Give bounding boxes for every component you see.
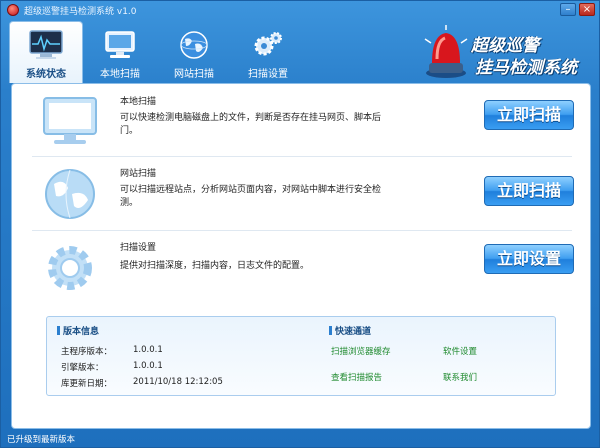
tab-label: 本地扫描 — [100, 69, 140, 80]
minimize-button[interactable]: – — [560, 3, 576, 16]
version-value: 1.0.0.1 — [133, 345, 163, 355]
tab-local-scan[interactable]: 本地扫描 — [83, 21, 157, 83]
app-logo-icon — [7, 4, 19, 16]
main-content: 本地扫描 可以快速检测电脑磁盘上的文件，判断是否存在挂马网页、脚本后门。 立即扫… — [11, 83, 591, 429]
web-scan-now-button[interactable]: 立即扫描 — [484, 176, 574, 206]
view-scan-report-link[interactable]: 查看扫描报告 — [331, 371, 382, 383]
window-controls: – × — [560, 3, 595, 16]
tab-system-status[interactable]: 系统状态 — [9, 21, 83, 83]
software-settings-link[interactable]: 软件设置 — [443, 345, 477, 357]
version-value: 1.0.0.1 — [133, 361, 163, 371]
info-panel: 版本信息 主程序版本： 1.0.0.1 引擎版本： 1.0.0.1 库更新日期：… — [46, 316, 556, 396]
section-title: 本地扫描 — [120, 97, 157, 107]
section-web-scan: 网站扫描 可以扫描远程站点，分析网站页面内容，对网站中脚本进行安全检测。 立即扫… — [26, 160, 578, 232]
tab-scan-settings[interactable]: 扫描设置 — [231, 21, 305, 83]
version-label: 库更新日期： — [61, 379, 113, 389]
window-title: 超级巡警挂马检测系统 v1.0 — [24, 6, 137, 17]
brand-subtitle: 挂马检测系统 — [475, 58, 577, 78]
engine-version-row: 引擎版本： 1.0.0.1 — [61, 361, 163, 373]
globe-icon — [180, 31, 208, 59]
brand-banner: 超级巡警 挂马检测系统 — [421, 23, 591, 81]
monitor-icon — [43, 97, 97, 144]
section-description: 提供对扫描深度，扫描内容，日志文件的配置。 — [120, 261, 310, 271]
version-label: 主程序版本： — [61, 347, 113, 357]
db-update-row: 库更新日期： 2011/10/18 12:12:05 — [61, 377, 223, 389]
settings-now-button[interactable]: 立即设置 — [484, 244, 574, 274]
contact-us-link[interactable]: 联系我们 — [443, 371, 477, 383]
gear-icon — [48, 246, 92, 290]
version-label: 引擎版本： — [61, 363, 104, 373]
tab-label: 扫描设置 — [248, 69, 288, 80]
police-siren-icon — [424, 25, 468, 78]
tab-web-scan[interactable]: 网站扫描 — [157, 21, 231, 83]
gears-icon — [254, 32, 282, 56]
computer-icon — [105, 31, 135, 58]
section-title: 网站扫描 — [120, 169, 157, 179]
section-local-scan: 本地扫描 可以快速检测电脑磁盘上的文件，判断是否存在挂马网页、脚本后门。 立即扫… — [26, 88, 578, 160]
local-scan-now-button[interactable]: 立即扫描 — [484, 100, 574, 130]
version-value: 2011/10/18 12:12:05 — [133, 377, 223, 387]
app-window: 超级巡警挂马检测系统 v1.0 – × 系统状态 本地扫描 网站扫描 扫描设置 … — [0, 0, 600, 448]
close-button[interactable]: × — [579, 3, 595, 16]
main-tabs: 系统状态 本地扫描 网站扫描 扫描设置 — [9, 21, 305, 83]
divider — [32, 230, 572, 231]
section-description: 可以扫描远程站点，分析网站页面内容，对网站中脚本进行安全检测。 — [120, 185, 382, 208]
status-bar: 已升级到最新版本 — [7, 435, 76, 445]
section-description: 可以快速检测电脑磁盘上的文件，判断是否存在挂马网页、脚本后门。 — [120, 113, 382, 136]
tab-label: 系统状态 — [26, 69, 66, 80]
section-scan-settings: 扫描设置 提供对扫描深度，扫描内容，日志文件的配置。 立即设置 — [26, 234, 578, 306]
monitor-pulse-icon — [29, 30, 63, 59]
divider — [32, 156, 572, 157]
quick-access-heading: 快速通道 — [329, 324, 371, 337]
section-title: 扫描设置 — [120, 243, 157, 253]
tab-label: 网站扫描 — [174, 69, 214, 80]
globe-icon — [45, 169, 95, 219]
main-version-row: 主程序版本： 1.0.0.1 — [61, 345, 163, 357]
scan-browser-cache-link[interactable]: 扫描浏览器缓存 — [331, 345, 391, 357]
title-bar[interactable]: 超级巡警挂马检测系统 v1.0 – × — [1, 1, 599, 19]
version-info-heading: 版本信息 — [57, 324, 99, 337]
